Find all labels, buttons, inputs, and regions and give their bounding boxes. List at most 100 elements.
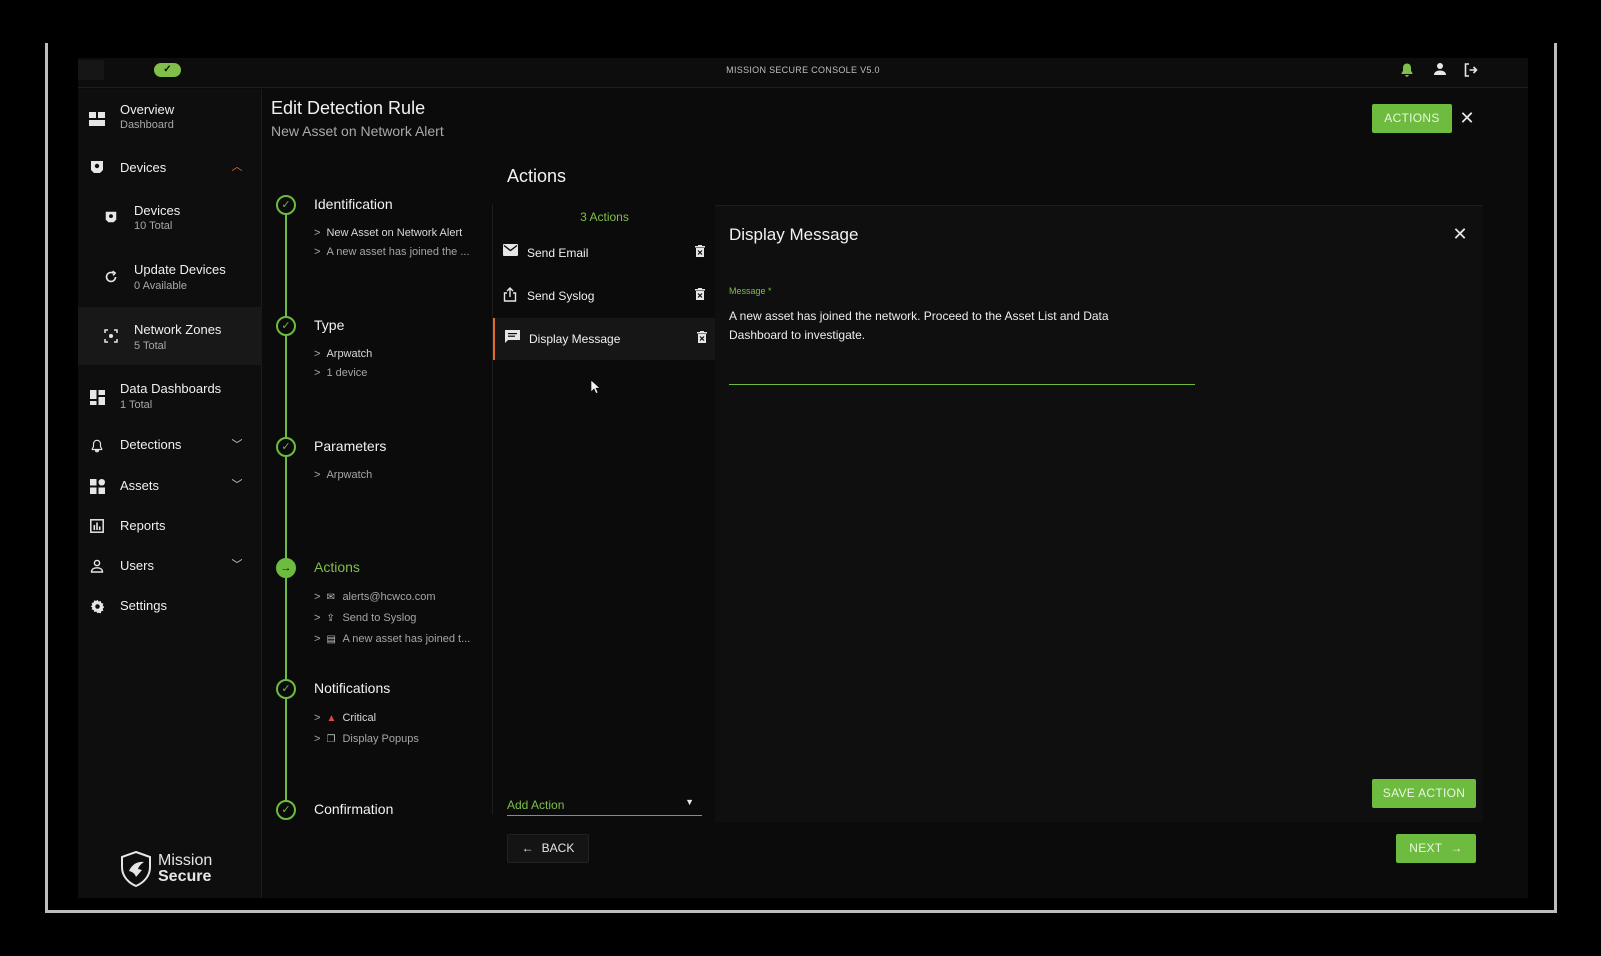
sidebar-item-label: Overview <box>120 102 175 117</box>
message-icon <box>504 330 520 346</box>
step-detail: > ⇪ Send to Syslog <box>314 612 417 624</box>
dashboard-icon <box>88 110 106 128</box>
check-circle-icon: ✓ <box>276 437 296 457</box>
arrow-right-icon: → <box>1450 841 1463 855</box>
delete-icon[interactable] <box>693 245 707 261</box>
share-icon: ⇪ <box>326 613 335 624</box>
actions-button[interactable]: ACTIONS <box>1372 104 1452 133</box>
sidebar-item-sub: 1 Total <box>120 399 153 411</box>
chevron-right-icon: > <box>314 612 321 624</box>
chevron-down-icon[interactable]: ﹀ <box>230 478 244 492</box>
page-title: Edit Detection Rule <box>271 98 426 118</box>
step-detail: > A new asset has joined the ... <box>314 246 470 258</box>
delete-icon[interactable] <box>693 288 707 304</box>
sidebar-item-detections[interactable]: Detections ﹀ <box>78 429 262 461</box>
step-name: Notifications <box>314 680 391 696</box>
sidebar-item-label: Devices <box>134 203 181 218</box>
save-action-button[interactable]: SAVE ACTION <box>1372 779 1476 808</box>
main-content: Edit Detection Rule New Asset on Network… <box>263 89 1528 898</box>
step-detail: > Arpwatch <box>314 469 373 481</box>
message-icon: ▤ <box>326 634 336 645</box>
chevron-up-icon[interactable]: ︿ <box>230 160 244 174</box>
delete-icon[interactable] <box>695 331 709 347</box>
step-detail: > Arpwatch <box>314 348 373 360</box>
sidebar-item-network-zones[interactable]: Network Zones 5 Total <box>78 307 262 365</box>
sidebar-item-assets[interactable]: Assets ﹀ <box>78 469 262 501</box>
share-icon <box>502 287 518 303</box>
sidebar-item-label: Users <box>120 558 154 573</box>
profile-icon[interactable] <box>1431 62 1449 80</box>
logout-icon[interactable] <box>1462 62 1480 80</box>
device-icon <box>88 158 106 176</box>
sidebar-item-overview[interactable]: Overview Dashboard <box>78 99 262 139</box>
sidebar-item-label: Assets <box>120 478 160 493</box>
step-detail: >1 device <box>314 367 368 379</box>
message-field[interactable]: A new asset has joined the network. Proc… <box>729 307 1169 345</box>
add-action-select[interactable]: Add Action ▼ <box>507 792 702 816</box>
user-icon <box>88 557 106 575</box>
chevron-right-icon: > <box>314 469 321 481</box>
sidebar-item-label: Reports <box>120 518 166 533</box>
action-item-display-message[interactable]: Display Message <box>493 318 716 360</box>
panel-title: Display Message <box>729 225 859 244</box>
step-name: Actions <box>314 559 360 575</box>
sidebar-item-devices[interactable]: Devices 10 Total <box>78 193 262 241</box>
actions-count: 3 Actions <box>580 210 629 224</box>
sidebar-item-sub: 5 Total <box>134 340 167 352</box>
action-item-send-syslog[interactable]: Send Syslog <box>493 275 716 317</box>
chevron-right-icon: > <box>314 348 321 360</box>
add-action-label: Add Action <box>507 798 565 812</box>
sidebar-item-devices-group[interactable]: Devices ︿ <box>78 151 262 183</box>
sidebar-item-data-dashboards[interactable]: Data Dashboards 1 Total <box>78 375 262 419</box>
chevron-down-icon[interactable]: ﹀ <box>230 558 244 572</box>
page-subtitle: New Asset on Network Alert <box>271 123 444 139</box>
actions-list: 3 Actions Send Email Send Syslog Display… <box>492 204 716 814</box>
app-window: ✓ MISSION SECURE CONSOLE V5.0 Overview D… <box>78 58 1528 898</box>
chevron-down-icon[interactable]: ﹀ <box>230 438 244 452</box>
sidebar-item-sub: 0 Available <box>134 280 188 292</box>
chevron-right-icon: > <box>314 227 321 239</box>
console-title: MISSION SECURE CONSOLE V5.0 <box>726 65 880 75</box>
chevron-right-icon: > <box>314 591 321 603</box>
step-detail: > ✉ alerts@hcwco.com <box>314 591 436 603</box>
stepper-line <box>285 199 287 814</box>
sidebar-item-settings[interactable]: Settings <box>78 589 262 621</box>
next-button[interactable]: NEXT → <box>1396 834 1476 863</box>
alert-bell-icon[interactable] <box>1398 62 1416 80</box>
assets-icon <box>88 477 106 495</box>
sidebar-item-label: Update Devices <box>134 262 226 277</box>
arrow-right-circle-icon: → <box>276 558 296 578</box>
sidebar-item-label: Detections <box>120 437 182 452</box>
back-button[interactable]: ← BACK <box>507 834 589 863</box>
sidebar-item-label: Network Zones <box>134 322 222 337</box>
popup-icon: ❐ <box>326 734 336 745</box>
chevron-right-icon: > <box>314 246 321 258</box>
action-item-send-email[interactable]: Send Email <box>493 232 716 274</box>
sidebar-item-reports[interactable]: Reports <box>78 509 262 541</box>
close-icon[interactable]: ✕ <box>1451 225 1469 243</box>
display-message-panel: Display Message ✕ Message * A new asset … <box>715 205 1483 822</box>
step-detail: > ▤ A new asset has joined t... <box>314 633 471 645</box>
step-detail: > New Asset on Network Alert <box>314 227 463 239</box>
sidebar-item-users[interactable]: Users ﹀ <box>78 549 262 581</box>
step-detail: > ❐ Display Popups <box>314 733 419 745</box>
actions-title: Actions <box>507 166 567 186</box>
sidebar-item-label: Data Dashboards <box>120 381 222 396</box>
arrow-left-icon: ← <box>521 841 534 855</box>
chevron-right-icon: > <box>314 633 321 645</box>
message-field-underline <box>729 384 1195 385</box>
mission-secure-logo: Mission Secure <box>120 851 230 891</box>
wizard-stepper: ✓ Identification > New Asset on Network A… <box>263 189 493 829</box>
step-name: Type <box>314 317 345 333</box>
device-icon <box>102 208 120 226</box>
step-name: Identification <box>314 196 393 212</box>
reports-icon <box>88 517 106 535</box>
mail-icon <box>502 244 518 260</box>
top-bar: ✓ MISSION SECURE CONSOLE V5.0 <box>78 58 1528 88</box>
sidebar-item-sub: 10 Total <box>134 220 173 232</box>
close-icon[interactable]: ✕ <box>1458 109 1476 127</box>
action-label: Send Syslog <box>527 289 595 303</box>
mouse-cursor-icon <box>591 380 601 394</box>
grid-icon <box>88 388 106 406</box>
sidebar-item-update-devices[interactable]: Update Devices 0 Available <box>78 253 262 301</box>
